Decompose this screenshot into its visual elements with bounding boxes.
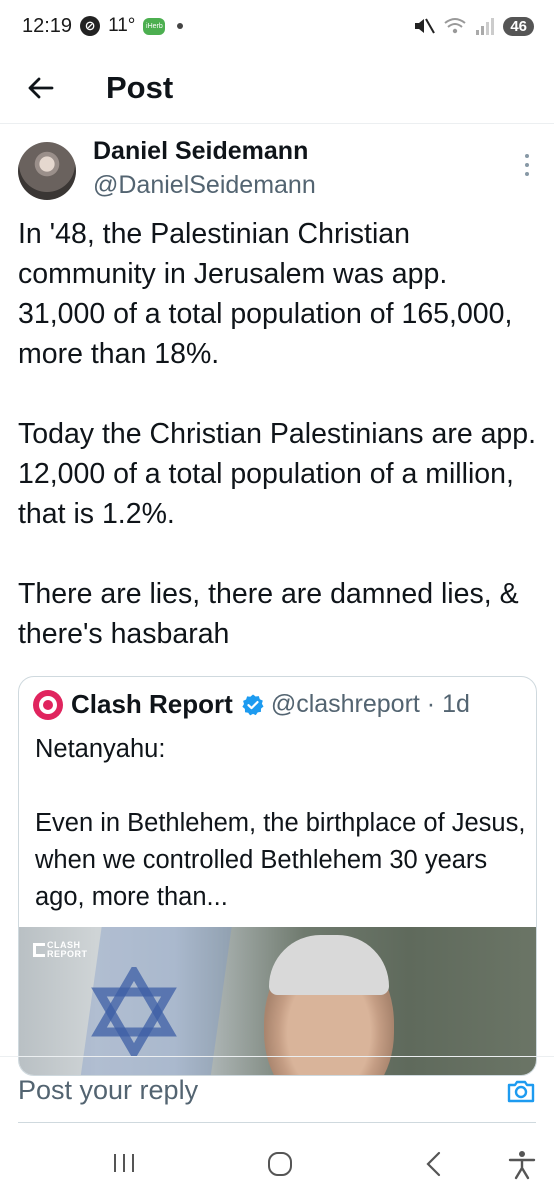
status-temperature: 11°	[108, 15, 136, 36]
verified-badge-icon	[242, 694, 264, 715]
post-paragraph: In '48, the Palestinian Christian commun…	[18, 218, 513, 370]
more-vertical-icon-dot	[525, 163, 529, 167]
quoted-handle-time: @clashreport · 1d	[270, 690, 470, 718]
status-left: 12:19 ⊘ 11° iHerb	[22, 14, 184, 38]
post-paragraph: Today the Christian Palestinians are app…	[18, 418, 537, 530]
author-name[interactable]: Daniel Seidemann	[93, 137, 308, 166]
blocked-notification-icon: ⊘	[80, 16, 101, 36]
star-of-david-shape	[91, 967, 177, 1057]
clash-report-watermark: CLASH REPORT	[33, 941, 88, 959]
quoted-paragraph: Netanyahu:	[35, 735, 166, 763]
post-paragraph: There are lies, there are damned lies, &…	[18, 578, 519, 650]
reply-bar: Post your reply	[0, 1056, 554, 1124]
battery-indicator: 46	[503, 16, 534, 36]
post: Daniel Seidemann @DanielSeidemann In '48…	[0, 124, 554, 1076]
nav-back-button[interactable]	[422, 1150, 446, 1178]
more-vertical-icon-dot	[525, 172, 529, 176]
reply-divider	[18, 1122, 536, 1123]
more-vertical-icon-dot	[525, 154, 529, 158]
author-handle[interactable]: @DanielSeidemann	[93, 171, 316, 200]
more-options-button[interactable]	[522, 154, 532, 176]
accessibility-button[interactable]	[508, 1150, 536, 1180]
back-button[interactable]	[10, 58, 70, 118]
system-navigation-bar	[0, 1130, 554, 1200]
status-bar: 12:19 ⊘ 11° iHerb 46	[0, 0, 554, 52]
person-hair	[269, 935, 389, 995]
home-button[interactable]	[266, 1150, 294, 1178]
status-time: 12:19	[22, 14, 73, 37]
iherb-app-icon: iHerb	[143, 17, 166, 35]
recents-button[interactable]	[110, 1150, 138, 1176]
recents-icon	[114, 1154, 134, 1172]
wifi-icon	[444, 18, 466, 34]
status-right: 46	[413, 16, 534, 36]
signal-icon	[476, 18, 495, 35]
chevron-left-icon	[426, 1151, 441, 1177]
clash-report-avatar	[33, 689, 63, 720]
quoted-author-name: Clash Report	[71, 689, 233, 719]
quoted-post-header: Clash Report @clashreport · 1d	[33, 689, 470, 720]
avatar[interactable]	[18, 142, 76, 200]
reply-input[interactable]: Post your reply	[18, 1075, 506, 1106]
camera-icon[interactable]	[506, 1076, 536, 1106]
more-notifications-dot	[177, 23, 184, 29]
quoted-post-text: Netanyahu: Even in Bethlehem, the birthp…	[35, 731, 529, 916]
top-app-bar: Post	[0, 52, 554, 124]
arrow-left-icon	[28, 77, 54, 98]
post-text: In '48, the Palestinian Christian commun…	[18, 214, 538, 654]
home-icon	[268, 1152, 292, 1176]
quoted-post-card[interactable]: Clash Report @clashreport · 1d Netanyahu…	[18, 676, 537, 1076]
author-row: Daniel Seidemann @DanielSeidemann	[0, 124, 554, 212]
accessibility-icon	[508, 1151, 536, 1180]
page-title: Post	[106, 69, 174, 105]
quoted-paragraph: Even in Bethlehem, the birthplace of Jes…	[35, 809, 526, 911]
mute-icon	[415, 18, 436, 34]
quoted-video-thumbnail[interactable]: CLASH REPORT	[19, 927, 536, 1075]
